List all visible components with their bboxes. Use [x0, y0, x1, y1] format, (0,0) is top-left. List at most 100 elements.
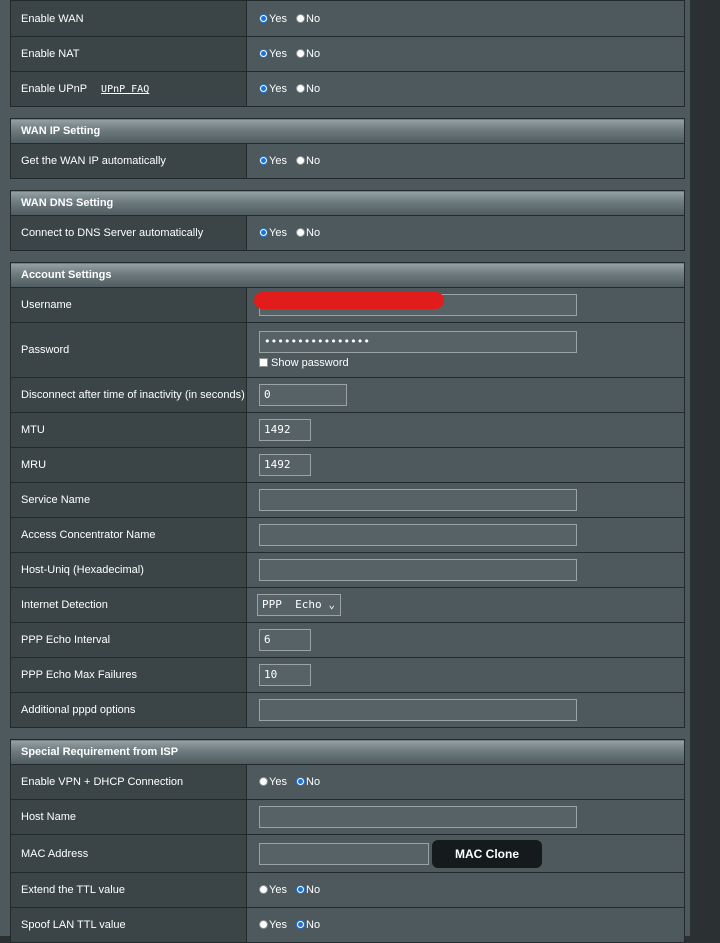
extend-ttl-label: Extend the TTL value [10, 872, 247, 908]
row-extend-ttl: Extend the TTL value Yes No [10, 872, 686, 908]
vpn-dhcp-no-radio[interactable] [296, 777, 306, 786]
echo-interval-label: PPP Echo Interval [10, 622, 247, 658]
row-host-name: Host Name [10, 799, 686, 835]
enable-wan-yes-label: Yes [269, 12, 287, 25]
show-password-label: Show password [271, 357, 349, 369]
enable-wan-yes-radio[interactable] [259, 13, 268, 23]
enable-nat-label: Enable NAT [10, 36, 247, 72]
enable-upnp-label: Enable UPnP [21, 83, 88, 95]
wan-ip-auto-yes-radio[interactable] [259, 156, 268, 165]
dns-auto-no-radio[interactable] [296, 228, 306, 237]
password-input[interactable]: •••••••••••••••• [259, 331, 577, 353]
mtu-label: MTU [10, 412, 247, 448]
username-label: Username [10, 287, 247, 323]
enable-upnp-cell: Enable UPnP UPnP FAQ [10, 71, 247, 107]
enable-wan-no-radio[interactable] [296, 13, 306, 23]
host-name-input[interactable] [259, 806, 577, 828]
host-uniq-label: Host-Uniq (Hexadecimal) [10, 552, 247, 588]
mru-input[interactable]: 1492 [259, 454, 311, 476]
idle-timeout-input[interactable]: 0 [259, 384, 347, 406]
enable-wan-label: Enable WAN [10, 0, 247, 37]
account-settings-table: Account Settings Username Password •••••… [9, 262, 686, 728]
enable-upnp-yes-label: Yes [269, 83, 287, 95]
row-wan-ip-auto: Get the WAN IP automatically Yes No [10, 143, 685, 179]
basic-config-table: Enable WAN Yes No Enable NAT Yes No Enab… [10, 0, 685, 107]
row-vpn-dhcp: Enable VPN + DHCP Connection Yes No [10, 764, 686, 800]
enable-wan-no-label: No [306, 12, 321, 25]
enable-nat-yes-label: Yes [269, 48, 287, 60]
mac-clone-button[interactable]: MAC Clone [432, 839, 542, 868]
host-name-label: Host Name [10, 799, 247, 835]
internet-detection-select[interactable]: PPP Echo ⌄ [257, 594, 341, 616]
spoof-ttl-yes-radio[interactable] [259, 920, 268, 929]
dns-auto-yes-radio[interactable] [259, 228, 268, 237]
extend-ttl-no-label: No [306, 884, 321, 896]
pppd-options-label: Additional pppd options [10, 692, 247, 728]
idle-timeout-label: Disconnect after time of inactivity (in … [10, 377, 247, 413]
enable-upnp-yes-radio[interactable] [259, 84, 268, 93]
row-echo-interval: PPP Echo Interval 6 [10, 622, 686, 658]
wan-ip-auto-no-label: No [306, 155, 321, 167]
wan-dns-table: WAN DNS Setting Connect to DNS Server au… [10, 190, 685, 251]
row-mtu: MTU 1492 [10, 412, 686, 448]
ac-name-label: Access Concentrator Name [10, 517, 247, 553]
mac-address-label: MAC Address [10, 834, 247, 873]
row-internet-detection: Internet Detection PPP Echo ⌄ [10, 587, 686, 623]
enable-nat-no-radio[interactable] [296, 49, 306, 58]
row-enable-wan: Enable WAN Yes No [10, 0, 685, 37]
show-password-checkbox[interactable] [259, 358, 268, 367]
vpn-dhcp-yes-label: Yes [269, 776, 287, 788]
row-mru: MRU 1492 [10, 447, 686, 483]
dns-auto-label: Connect to DNS Server automatically [10, 215, 247, 251]
enable-nat-no-label: No [306, 48, 321, 60]
host-uniq-input[interactable] [259, 559, 577, 581]
row-password: Password •••••••••••••••• Show password [10, 322, 686, 378]
wan-dns-section-title: WAN DNS Setting [10, 190, 685, 216]
row-enable-upnp: Enable UPnP UPnP FAQ Yes No [10, 71, 685, 107]
dns-auto-no-label: No [306, 227, 321, 239]
internet-detection-value: PPP Echo [262, 598, 322, 611]
echo-failures-input[interactable]: 10 [259, 664, 311, 686]
pppd-options-input[interactable] [259, 699, 577, 721]
row-mac-address: MAC Address MAC Clone [10, 834, 686, 873]
mtu-input[interactable]: 1492 [259, 419, 311, 441]
enable-nat-yes-radio[interactable] [259, 49, 268, 58]
vpn-dhcp-label: Enable VPN + DHCP Connection [10, 764, 247, 800]
mru-label: MRU [10, 447, 247, 483]
wan-ip-auto-no-radio[interactable] [296, 156, 306, 165]
account-section-title: Account Settings [9, 262, 686, 288]
password-label: Password [10, 322, 247, 378]
service-name-input[interactable] [259, 489, 577, 511]
wan-ip-auto-yes-label: Yes [269, 155, 287, 167]
echo-failures-label: PPP Echo Max Failures [10, 657, 247, 693]
spoof-ttl-no-radio[interactable] [296, 920, 306, 929]
vpn-dhcp-no-label: No [306, 776, 321, 788]
ac-name-input[interactable] [259, 524, 577, 546]
row-enable-nat: Enable NAT Yes No [10, 36, 685, 72]
wan-ip-auto-label: Get the WAN IP automatically [10, 143, 247, 179]
wan-ip-section-title: WAN IP Setting [10, 118, 685, 144]
enable-upnp-no-label: No [306, 83, 321, 95]
username-redaction-mark [254, 292, 444, 309]
internet-detection-label: Internet Detection [10, 587, 247, 623]
spoof-ttl-yes-label: Yes [269, 919, 287, 931]
extend-ttl-yes-radio[interactable] [259, 885, 268, 894]
wan-settings-page: Enable WAN Yes No Enable NAT Yes No Enab… [9, 0, 686, 943]
extend-ttl-no-radio[interactable] [296, 885, 306, 894]
row-idle-timeout: Disconnect after time of inactivity (in … [10, 377, 686, 413]
chevron-down-icon: ⌄ [328, 598, 335, 611]
vpn-dhcp-yes-radio[interactable] [259, 777, 268, 786]
echo-interval-input[interactable]: 6 [259, 629, 311, 651]
enable-upnp-no-radio[interactable] [296, 84, 306, 93]
spoof-ttl-label: Spoof LAN TTL value [10, 907, 247, 943]
upnp-faq-link[interactable]: UPnP FAQ [101, 84, 149, 95]
row-pppd-options: Additional pppd options [10, 692, 686, 728]
dns-auto-yes-label: Yes [269, 227, 287, 239]
service-name-label: Service Name [10, 482, 247, 518]
row-service-name: Service Name [10, 482, 686, 518]
isp-section-title: Special Requirement from ISP [9, 739, 686, 765]
row-host-uniq: Host-Uniq (Hexadecimal) [10, 552, 686, 588]
row-dns-auto: Connect to DNS Server automatically Yes … [10, 215, 685, 251]
row-spoof-ttl: Spoof LAN TTL value Yes No [10, 907, 686, 943]
mac-address-input[interactable] [259, 842, 429, 865]
